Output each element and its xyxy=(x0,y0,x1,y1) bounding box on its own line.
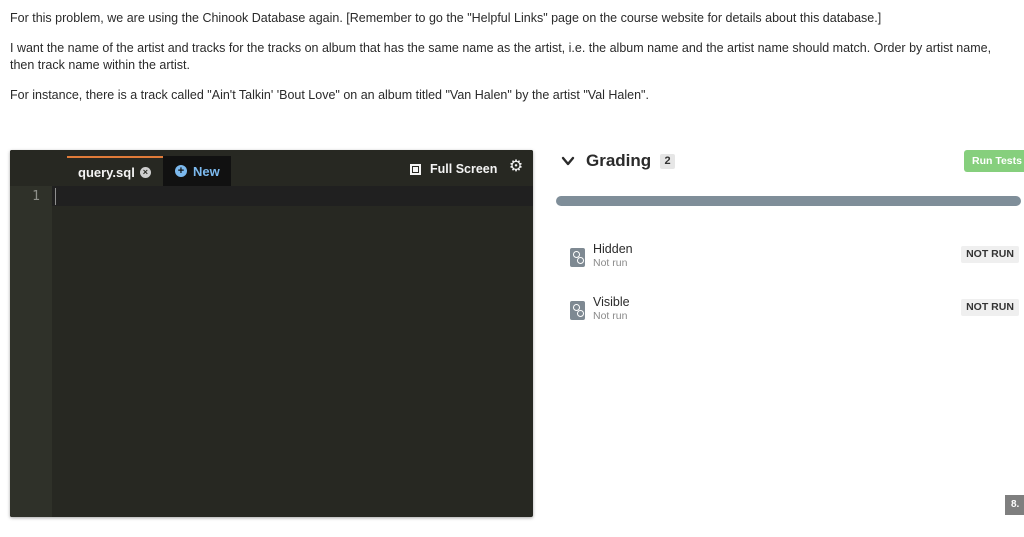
test-name: Hidden xyxy=(593,242,633,256)
test-item-hidden: Hidden Not run NOT RUN xyxy=(570,242,1024,278)
grading-count-badge: 2 xyxy=(660,154,675,169)
grading-title[interactable]: Grading xyxy=(586,150,651,172)
tab-query-sql[interactable]: query.sql × xyxy=(67,156,163,186)
plus-icon: + xyxy=(175,165,187,177)
test-settings-icon xyxy=(570,248,585,267)
code-editor: query.sql × + New Full Screen ⚙ 1 xyxy=(10,150,533,517)
editor-tab-bar: query.sql × + New Full Screen ⚙ xyxy=(10,150,533,186)
code-input-area[interactable] xyxy=(52,186,533,206)
chevron-down-icon[interactable] xyxy=(561,154,575,168)
new-tab-label: New xyxy=(193,163,220,179)
prompt-paragraph-2: I want the name of the artist and tracks… xyxy=(10,41,992,72)
grading-progress-bar xyxy=(556,196,1021,206)
test-name: Visible xyxy=(593,295,630,309)
run-tests-button[interactable]: Run Tests xyxy=(964,150,1024,172)
fullscreen-icon xyxy=(410,163,421,175)
corner-badge[interactable]: 8. xyxy=(1005,495,1024,515)
tab-label: query.sql xyxy=(78,164,135,180)
full-screen-button[interactable]: Full Screen xyxy=(410,160,497,178)
line-number: 1 xyxy=(32,189,40,204)
gear-icon[interactable]: ⚙ xyxy=(508,158,524,176)
prompt-paragraph-3: For instance, there is a track called "A… xyxy=(10,88,649,102)
new-tab-button[interactable]: + New xyxy=(163,156,231,186)
test-settings-icon xyxy=(570,301,585,320)
test-result-badge: NOT RUN xyxy=(961,299,1019,316)
test-status: Not run xyxy=(593,257,628,269)
close-icon[interactable]: × xyxy=(139,166,151,178)
full-screen-label: Full Screen xyxy=(430,162,498,176)
problem-description: For this problem, we are using the Chino… xyxy=(10,10,1000,117)
test-result-badge: NOT RUN xyxy=(961,246,1019,263)
text-cursor xyxy=(55,188,56,205)
line-number-gutter xyxy=(10,186,52,517)
test-item-visible: Visible Not run NOT RUN xyxy=(570,295,1024,331)
test-status: Not run xyxy=(593,310,628,322)
prompt-paragraph-1: For this problem, we are using the Chino… xyxy=(10,11,882,25)
